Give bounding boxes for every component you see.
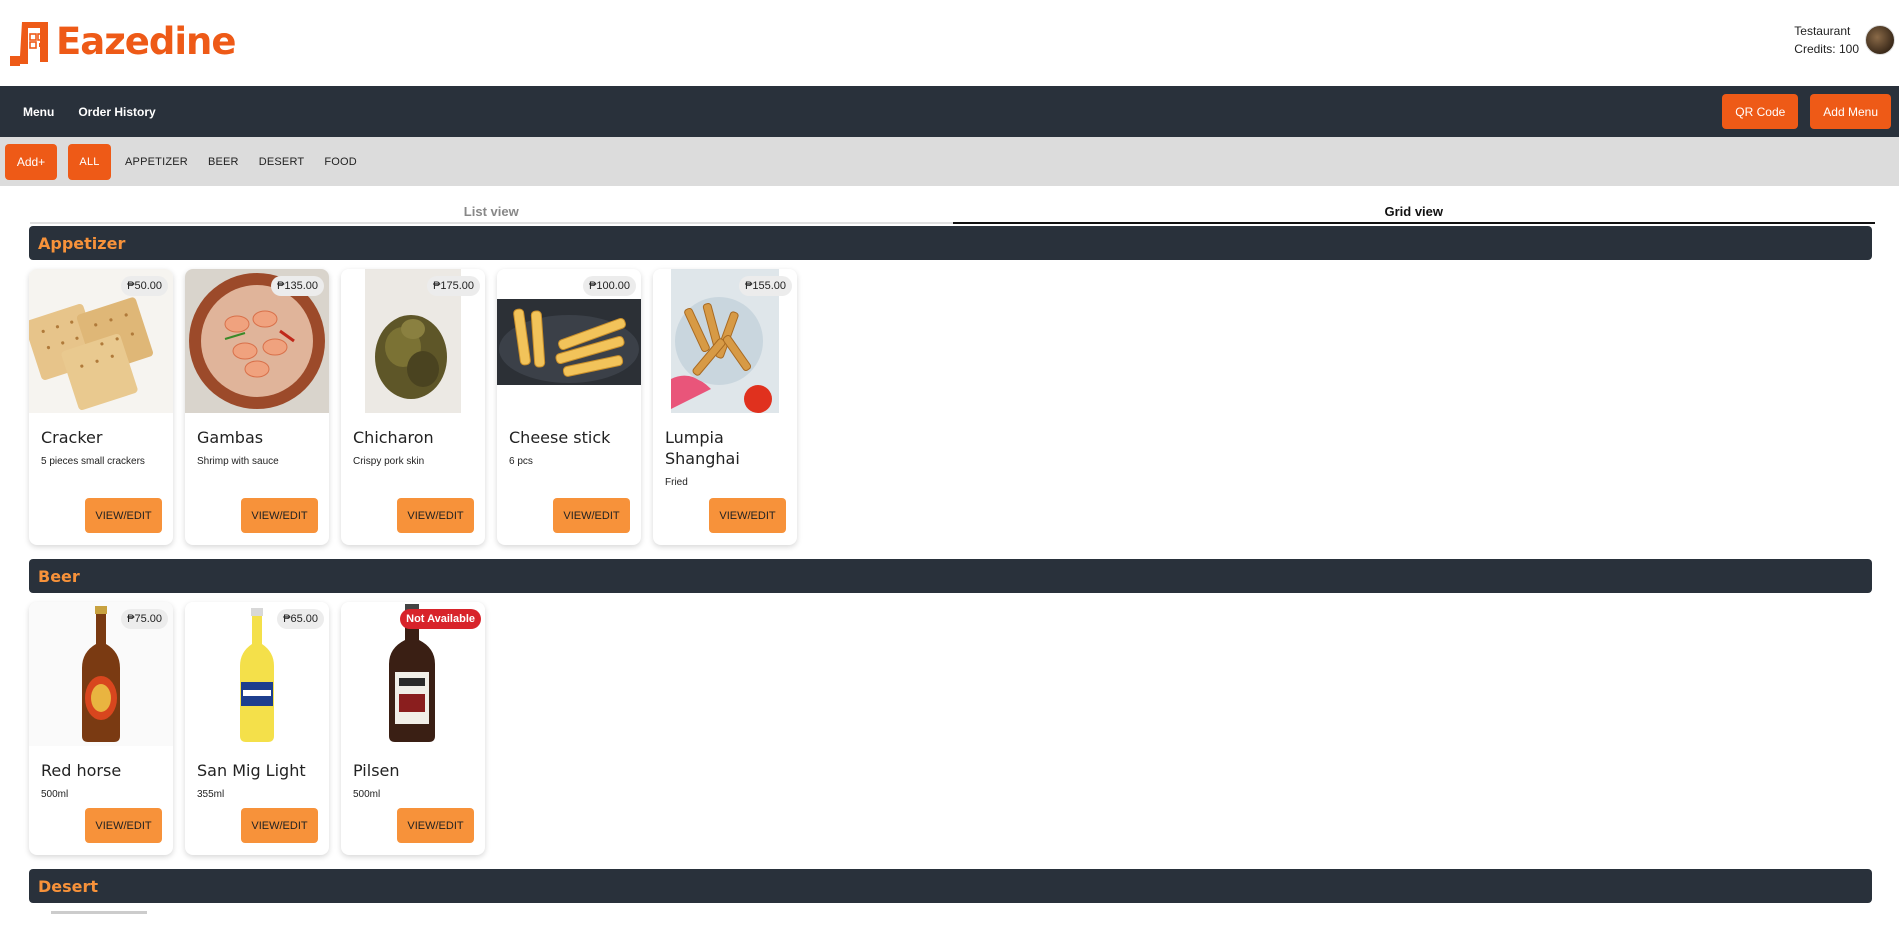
item-description: Fried [665, 477, 688, 488]
desert-card-peek [51, 911, 147, 914]
menu-card[interactable]: ₱75.00 Red horse 500ml VIEW/EDIT [29, 602, 173, 855]
view-edit-button[interactable]: VIEW/EDIT [709, 498, 786, 533]
view-edit-button[interactable]: VIEW/EDIT [241, 498, 318, 533]
menu-card[interactable]: ₱65.00 San Mig Light 355ml VIEW/EDIT [185, 602, 329, 855]
logo-mark-icon [8, 18, 64, 70]
menu-card[interactable]: ₱135.00 Gambas Shrimp with sauce VIEW/ED… [185, 269, 329, 545]
item-description: Crispy pork skin [353, 456, 425, 467]
pilsen-image: Not Available [341, 602, 485, 746]
price-badge: ₱65.00 [277, 609, 324, 629]
avatar[interactable] [1865, 25, 1895, 55]
section-header-appetizer: Appetizer [29, 226, 1872, 260]
item-name: Lumpia Shanghai [665, 428, 740, 468]
chicharon-image: ₱175.00 [341, 269, 485, 413]
brand-name: Eazedine [56, 19, 236, 63]
item-name: Gambas [197, 428, 264, 447]
category-all[interactable]: ALL [68, 143, 111, 180]
nav-order-history[interactable]: Order History [78, 105, 155, 119]
gambas-image: ₱135.00 [185, 269, 329, 413]
category-desert[interactable]: DESERT [259, 156, 305, 168]
beer-cards: ₱75.00 Red horse 500ml VIEW/EDIT ₱65.00 … [0, 593, 1899, 869]
item-description: 5 pieces small crackers [41, 456, 145, 467]
item-name: Pilsen [353, 761, 400, 780]
section-header-desert: Desert [29, 869, 1872, 903]
user-credits: Credits: 100 [1794, 42, 1859, 56]
view-edit-button[interactable]: VIEW/EDIT [397, 498, 474, 533]
item-name: San Mig Light [197, 761, 306, 780]
item-description: 6 pcs [509, 456, 533, 467]
user-name: Testaurant [1794, 24, 1851, 38]
item-name: Cracker [41, 428, 103, 447]
qr-code-button[interactable]: QR Code [1722, 94, 1799, 129]
user-info: Testaurant Credits: 100 [1794, 22, 1859, 58]
view-edit-button[interactable]: VIEW/EDIT [553, 498, 630, 533]
price-badge: ₱50.00 [121, 276, 168, 296]
price-badge: ₱175.00 [427, 276, 480, 296]
price-badge: ₱155.00 [739, 276, 792, 296]
price-badge: ₱75.00 [121, 609, 168, 629]
menu-card[interactable]: ₱155.00 Lumpia Shanghai Fried VIEW/EDIT [653, 269, 797, 545]
item-name: Red horse [41, 761, 122, 780]
category-bar: Add+ ALL APPETIZER BEER DESERT FOOD [0, 137, 1899, 186]
cracker-image: ₱50.00 [29, 269, 173, 413]
item-description: 355ml [197, 789, 225, 800]
price-badge: ₱135.00 [271, 276, 324, 296]
menu-card[interactable]: ₱50.00 Cracker 5 pieces small crackers V… [29, 269, 173, 545]
add-menu-button[interactable]: Add Menu [1810, 94, 1891, 129]
tab-list-view[interactable]: List view [30, 204, 953, 224]
view-edit-button[interactable]: VIEW/EDIT [397, 808, 474, 843]
brand-logo[interactable]: Eazedine [8, 18, 236, 70]
san-mig-light-image: ₱65.00 [185, 602, 329, 746]
view-toggle: List view Grid view [30, 186, 1875, 226]
add-category-button[interactable]: Add+ [5, 143, 57, 180]
nav-actions: QR Code Add Menu [1722, 94, 1891, 129]
menu-card[interactable]: ₱175.00 Chicharon Crispy pork skin VIEW/… [341, 269, 485, 545]
item-name: Chicharon [353, 428, 434, 447]
item-description: Shrimp with sauce [197, 456, 279, 467]
header: Eazedine Testaurant Credits: 100 [0, 0, 1899, 86]
appetizer-cards: ₱50.00 Cracker 5 pieces small crackers V… [0, 260, 1899, 559]
section-header-beer: Beer [29, 559, 1872, 593]
tab-grid-view[interactable]: Grid view [952, 204, 1875, 224]
category-food[interactable]: FOOD [324, 156, 357, 168]
view-edit-button[interactable]: VIEW/EDIT [85, 808, 162, 843]
main-navbar: Menu Order History QR Code Add Menu [0, 86, 1899, 137]
view-edit-button[interactable]: VIEW/EDIT [241, 808, 318, 843]
cheese-stick-image: ₱100.00 [497, 269, 641, 413]
category-beer[interactable]: BEER [208, 156, 239, 168]
menu-card[interactable]: Not Available Pilsen 500ml VIEW/EDIT [341, 602, 485, 855]
nav-menu[interactable]: Menu [23, 105, 54, 119]
item-name: Cheese stick [509, 428, 611, 447]
unavailable-badge: Not Available [400, 609, 481, 629]
price-badge: ₱100.00 [583, 276, 636, 296]
view-edit-button[interactable]: VIEW/EDIT [85, 498, 162, 533]
menu-card[interactable]: ₱100.00 Cheese stick 6 pcs VIEW/EDIT [497, 269, 641, 545]
item-description: 500ml [41, 789, 69, 800]
lumpia-image: ₱155.00 [653, 269, 797, 413]
red-horse-image: ₱75.00 [29, 602, 173, 746]
item-description: 500ml [353, 789, 381, 800]
category-appetizer[interactable]: APPETIZER [125, 156, 188, 168]
user-profile[interactable]: Testaurant Credits: 100 [1794, 22, 1895, 58]
